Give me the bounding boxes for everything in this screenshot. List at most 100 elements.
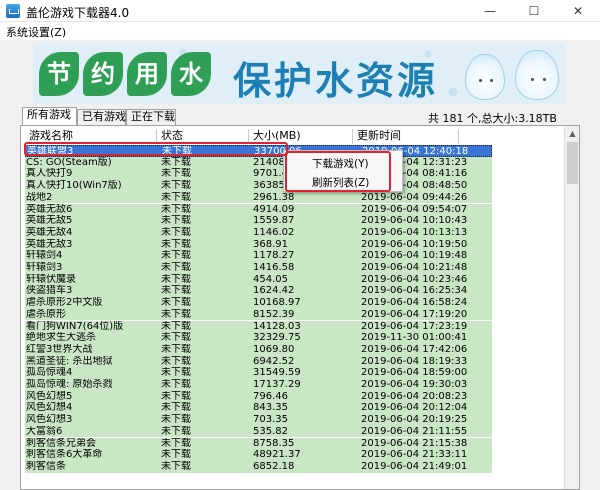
cell-game-name: 风色幻想3 [26, 414, 73, 426]
cell-size: 703.35 [253, 414, 288, 426]
table-row[interactable]: 英雄无敌4 未下载 1146.02 2019-06-04 10:13:13 [25, 226, 492, 239]
minimize-button[interactable]: — [468, 0, 512, 22]
cell-game-name: 黑道圣徒: 杀出地狱 [26, 355, 113, 367]
cell-game-name: CS: GO(Steam版) [26, 156, 112, 168]
title-bar: 盖伦游戏下载器4.0 — ☐ ✕ [0, 0, 600, 22]
cell-size: 10168.97 [253, 297, 301, 309]
mascot-eye [543, 78, 546, 81]
cell-status: 未下载 [161, 414, 191, 426]
cell-size: 535.82 [253, 425, 288, 437]
cell-status: 未下载 [161, 332, 191, 344]
cell-status: 未下载 [161, 191, 191, 203]
table-row[interactable]: 英雄无敌5 未下载 1559.87 2019-06-04 10:10:43 [25, 215, 492, 227]
cell-game-name: 侠盗猎车3 [26, 285, 73, 297]
cell-game-name: 英雄无敌4 [26, 226, 73, 238]
cell-size: 1069.80 [253, 343, 295, 355]
cell-size: 48921.37 [253, 449, 301, 461]
mascot-eye [531, 78, 534, 81]
cell-updated: 2019-06-04 20:19:25 [361, 414, 468, 426]
cell-game-name: 大富翁6 [26, 425, 63, 437]
cell-updated: 2019-06-04 18:19:33 [361, 355, 468, 367]
table-row[interactable]: 刺客信条6大革命 未下载 48921.37 2019-06-04 21:33:11 [25, 449, 492, 461]
cell-updated: 2019-06-04 17:42:06 [361, 343, 468, 355]
vertical-scrollbar[interactable]: ▲ [564, 126, 579, 489]
table-row[interactable]: 真人快打10(Win7版) 未下载 36385. 2019-06-04 08:48:5… [25, 180, 492, 192]
table-row[interactable]: 红警3世界大战 未下载 1069.80 2019-06-04 17:42:06 [25, 343, 492, 356]
scroll-up-arrow-icon[interactable]: ▲ [565, 126, 580, 141]
table-row[interactable]: 孤岛惊魂: 原始杀戮 未下载 17137.29 2019-06-04 19:30:03 [25, 379, 492, 391]
table-row[interactable]: 风色幻想3 未下载 703.35 2019-06-04 20:19:25 [25, 414, 492, 426]
table-row[interactable]: 孤岛惊魂4 未下载 31549.59 2019-06-04 18:59:00 [25, 367, 492, 379]
water-drop-mascot [465, 54, 505, 100]
cell-size: 1416.58 [253, 262, 295, 273]
cell-status: 未下载 [161, 180, 191, 192]
window-title: 盖伦游戏下载器4.0 [26, 6, 130, 20]
table-row[interactable]: 风色幻想5 未下载 796.46 2019-06-04 20:08:23 [25, 390, 492, 403]
close-button[interactable]: ✕ [556, 0, 600, 22]
cell-updated: 2019-06-04 16:25:34 [361, 285, 468, 297]
cell-status: 未下载 [161, 449, 191, 461]
tab-all-games[interactable]: 所有游戏 [22, 107, 77, 126]
cell-status: 未下载 [161, 308, 191, 320]
table-row[interactable]: 英雄无敌3 未下载 368.91 2019-06-04 10:19:50 [25, 238, 492, 251]
cell-size: 6942.52 [253, 355, 295, 367]
water-drop-mascot [515, 50, 559, 100]
table-row[interactable]: 看门狗WIN7(64位)版 未下载 14128.03 2019-06-04 17:23… [25, 320, 492, 333]
cell-game-name: 风色幻想5 [26, 390, 73, 402]
cell-size: 6852.18 [253, 460, 295, 472]
table-row[interactable]: 大富翁6 未下载 535.82 2019-06-04 21:11:55 [25, 425, 492, 438]
highlight-selected-row [24, 142, 288, 156]
cell-status: 未下载 [161, 297, 191, 309]
table-row[interactable]: 刺客信条兄弟会 未下载 8758.35 2019-06-04 21:15:38 [25, 437, 492, 450]
table-row[interactable]: CS: GO(Steam版) 未下载 21408. 2019-06-04 12:31:… [25, 156, 492, 169]
cell-status: 未下载 [161, 273, 191, 285]
cell-game-name: 虐杀原形2中文版 [26, 297, 103, 309]
cell-status: 未下载 [161, 203, 191, 215]
cell-size: 32329.75 [253, 332, 301, 344]
table-row[interactable]: 轩辕剑3 未下载 1416.58 2019-06-04 10:21:48 [25, 262, 492, 274]
leaf-char: 节 [39, 52, 79, 96]
cell-updated: 2019-11-30 01:00:41 [361, 332, 468, 344]
cell-size: 17137.29 [253, 379, 301, 390]
cell-updated: 2019-06-04 21:11:55 [361, 425, 468, 437]
table-row[interactable]: 英雄无敌6 未下载 4914.09 2019-06-04 09:54:07 [25, 203, 492, 216]
cell-updated: 2019-06-04 21:15:38 [361, 437, 468, 449]
banner-image: 节 约 用 水 保护水资源 [33, 44, 565, 104]
table-row[interactable]: 风色幻想4 未下载 843.35 2019-06-04 20:12:04 [25, 402, 492, 415]
cell-size: 8152.39 [253, 308, 295, 320]
cell-status: 未下载 [161, 285, 191, 297]
cell-game-name: 轩辕剑3 [26, 262, 63, 273]
table-row[interactable]: 轩辕剑4 未下载 1178.27 2019-06-04 10:19:48 [25, 250, 492, 262]
banner-slogan: 保护水资源 [233, 59, 439, 103]
scroll-thumb[interactable] [567, 142, 578, 184]
cell-game-name: 看门狗WIN7(64位)版 [26, 320, 124, 332]
table-row[interactable]: 虐杀原形2中文版 未下载 10168.97 2019-06-04 16:58:24 [25, 297, 492, 309]
cell-game-name: 刺客信条兄弟会 [26, 437, 96, 449]
cell-game-name: 刺客信条6大革命 [26, 449, 103, 461]
cell-updated: 2019-06-04 17:19:20 [361, 308, 468, 320]
table-row[interactable]: 侠盗猎车3 未下载 1624.42 2019-06-04 16:25:34 [25, 285, 492, 298]
column-header-updated[interactable]: 更新时间 [353, 129, 459, 144]
table-row[interactable]: 虐杀原形 未下载 8152.39 2019-06-04 17:19:20 [25, 308, 492, 321]
cell-game-name: 红警3世界大战 [26, 343, 93, 355]
cell-status: 未下载 [161, 437, 191, 449]
table-row[interactable]: 真人快打9 未下载 9701.4 2019-06-04 08:41:16 [25, 168, 492, 181]
table-row[interactable]: 战地2 未下载 2961.38 2019-06-04 09:44:26 [25, 191, 492, 204]
cell-size: 4914.09 [253, 203, 295, 215]
app-icon [6, 4, 20, 18]
table-row[interactable]: 黑道圣徒: 杀出地狱 未下载 6942.52 2019-06-04 18:19:33 [25, 355, 492, 368]
cell-updated: 2019-06-04 21:49:01 [361, 460, 468, 472]
menu-system-settings[interactable]: 系统设置(Z) [6, 24, 66, 40]
cell-updated: 2019-06-04 10:10:43 [361, 215, 468, 227]
cell-game-name: 英雄无敌5 [26, 215, 73, 227]
maximize-button[interactable]: ☐ [512, 0, 556, 22]
table-row[interactable]: 刺客信条 未下载 6852.18 2019-06-04 21:49:01 [25, 460, 492, 473]
cell-updated: 2019-06-04 16:58:24 [361, 297, 468, 309]
table-row[interactable]: 轩辕伏魔录 未下载 454.05 2019-06-04 10:23:46 [25, 273, 492, 286]
tab-downloading[interactable]: 正在下载 [126, 109, 176, 125]
cell-status: 未下载 [161, 156, 191, 168]
table-row[interactable]: 绝地求生大逃杀 未下载 32329.75 2019-11-30 01:00:41 [25, 332, 492, 344]
cell-updated: 2019-06-04 09:54:07 [361, 203, 468, 215]
tab-owned-games[interactable]: 已有游戏 [77, 109, 126, 125]
cell-game-name: 轩辕伏魔录 [26, 273, 76, 285]
